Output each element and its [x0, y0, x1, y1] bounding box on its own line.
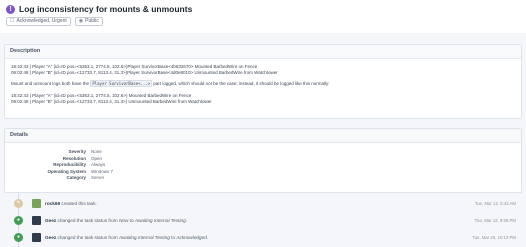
details-panel: Details Severity None Resolution Open Re…	[4, 128, 522, 193]
globe-icon: ◉	[78, 18, 84, 24]
status-from: Awaiting Internal Testing	[119, 234, 170, 240]
status-tag[interactable]: ☐ Acknowledged, Urgent	[6, 17, 71, 26]
timeline-event: ✎ rock69 created this task. Tue, Mar 12,…	[14, 198, 522, 208]
detail-key: Category	[66, 175, 86, 180]
event-date[interactable]: Tue, Mar 12, 9:08 PM	[475, 218, 516, 223]
description-body: 18:42:43 | Player "A" (id=ID pos=<5363.1…	[5, 59, 521, 110]
event-action: changed the task status from	[56, 234, 120, 240]
status-tag-label: Acknowledged, Urgent	[16, 18, 67, 24]
log-block-2: 18:42:43 | Player "A" (id=ID pos=<5363.1…	[11, 93, 515, 105]
status-to: Acknowledged	[176, 234, 207, 240]
visibility-tag[interactable]: ◉ Public	[74, 17, 103, 26]
event-text: Geez changed the task status from New to…	[45, 218, 187, 223]
status-icon: !	[6, 4, 15, 14]
log-line: 09:02:48 | Player "B" (id=ID pos=<12733.…	[11, 98, 212, 104]
description-sentence: Mount and unmount logs both have the Pla…	[11, 80, 515, 88]
description-panel: Description 18:42:43 | Player "A" (id=ID…	[4, 44, 522, 119]
event-action: .	[185, 217, 188, 223]
user-link[interactable]: Geez	[45, 218, 56, 223]
log-line: 18:42:43 | Player "A" (id=ID pos=<5363.1…	[11, 64, 258, 69]
event-date[interactable]: Tue, Mar 12, 5:42 AM	[475, 201, 516, 206]
event-text: Geez changed the task status from Awaiti…	[45, 235, 208, 240]
title-row: ! Log inconsistency for mounts & unmount…	[6, 4, 192, 14]
description-heading: Description	[5, 45, 521, 59]
sentence-start: Mount and unmount logs both have the	[11, 81, 91, 87]
inline-code: Player SurvivorBase<...>	[90, 80, 153, 88]
status-change-icon: ●	[14, 232, 23, 242]
log-line: 09:02:48 | Player "B" (id=ID pos=<12733.…	[11, 70, 278, 76]
status-from: New	[119, 217, 129, 223]
user-link[interactable]: Geez	[45, 235, 56, 240]
status-to: Awaiting Internal Testing	[134, 217, 186, 223]
timeline-event: ● Geez changed the task status from New …	[14, 215, 522, 225]
activity-timeline: ✎ rock69 created this task. Tue, Mar 12,…	[0, 194, 526, 247]
checkbox-icon: ☐	[10, 18, 15, 24]
log-line: 18:42:43 | Player "A" (id=ID pos=<5363.1…	[11, 92, 192, 98]
tag-list: ☐ Acknowledged, Urgent ◉ Public	[6, 17, 103, 26]
pencil-icon: ✎	[14, 198, 23, 208]
timeline-event: ● Geez changed the task status from Awai…	[14, 232, 522, 242]
log-block-1: 18:42:43 | Player "A" (id=ID pos=<5363.1…	[11, 64, 515, 76]
page-title: Log inconsistency for mounts & unmounts	[19, 4, 193, 14]
event-date[interactable]: Tue, Mar 26, 10:13 PM	[472, 235, 516, 240]
sentence-end: part logged, which should not be the cas…	[152, 81, 330, 87]
task-header: ! Log inconsistency for mounts & unmount…	[0, 0, 526, 33]
event-action: .	[206, 234, 209, 240]
details-heading: Details	[5, 129, 521, 143]
status-change-icon: ●	[14, 215, 23, 225]
visibility-tag-label: Public	[85, 18, 99, 24]
event-action: changed the task status from	[56, 217, 120, 223]
details-list: Severity None Resolution Open Reproducib…	[5, 149, 521, 182]
avatar[interactable]	[32, 232, 41, 242]
avatar[interactable]	[32, 198, 41, 208]
avatar[interactable]	[32, 215, 41, 225]
event-text: rock69 created this task.	[45, 201, 97, 206]
detail-row-category: Category Server	[5, 175, 521, 182]
detail-value: Server	[91, 175, 105, 180]
user-link[interactable]: rock69	[45, 201, 60, 206]
event-action: created this task.	[60, 200, 97, 206]
